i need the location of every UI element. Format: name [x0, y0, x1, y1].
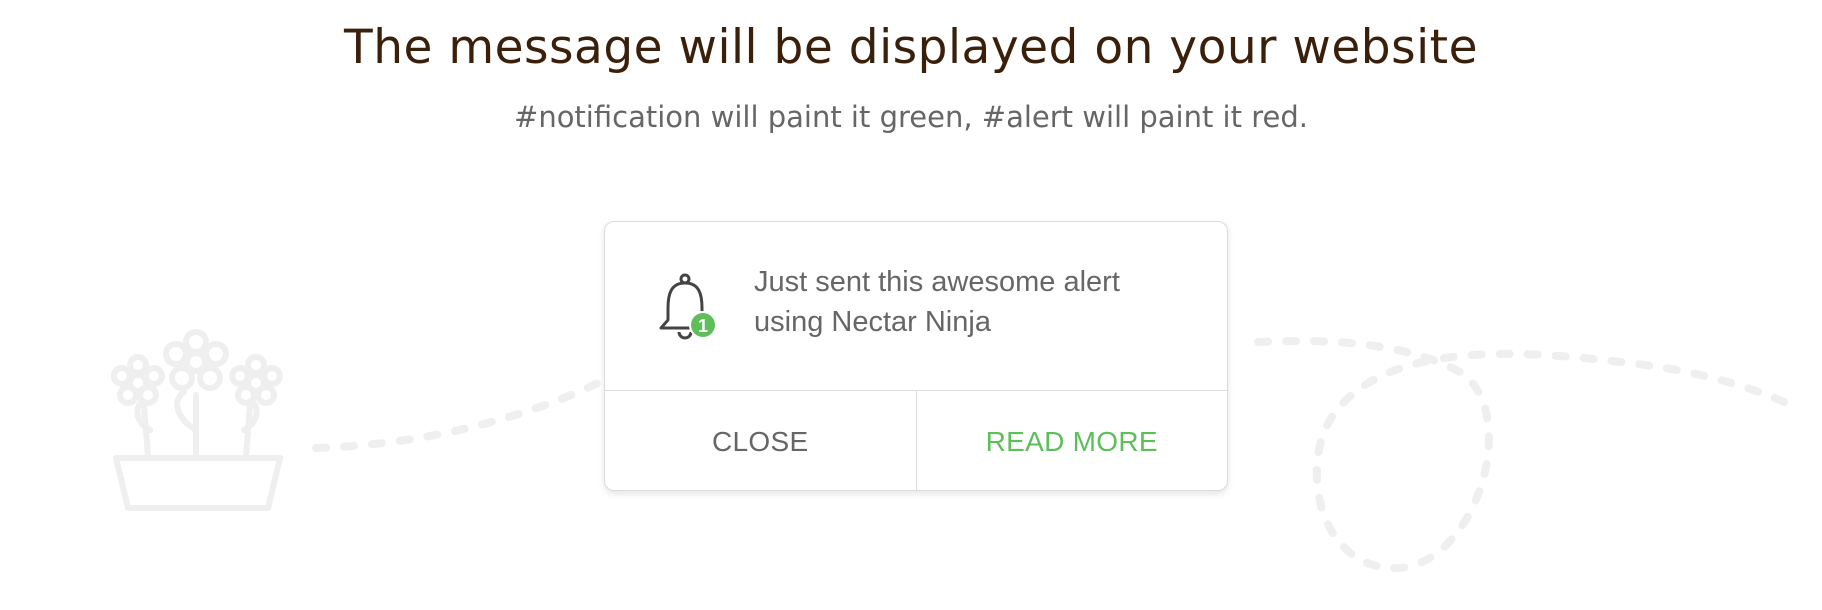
- notification-message: Just sent this awesome alert using Necta…: [754, 266, 1120, 338]
- notification-card: 1 Just sent this awesome alert using Nec…: [604, 221, 1228, 491]
- flower-pot-icon: [111, 329, 283, 511]
- badge-count: 1: [698, 316, 708, 336]
- notification-actions: CLOSE READ MORE: [605, 391, 1228, 490]
- close-button[interactable]: CLOSE: [605, 391, 917, 490]
- bell-icon: 1: [659, 273, 717, 340]
- read-more-button[interactable]: READ MORE: [917, 391, 1228, 490]
- notification-body: 1 Just sent this awesome alert using Nec…: [605, 222, 1227, 391]
- notification-badge: 1: [689, 311, 717, 339]
